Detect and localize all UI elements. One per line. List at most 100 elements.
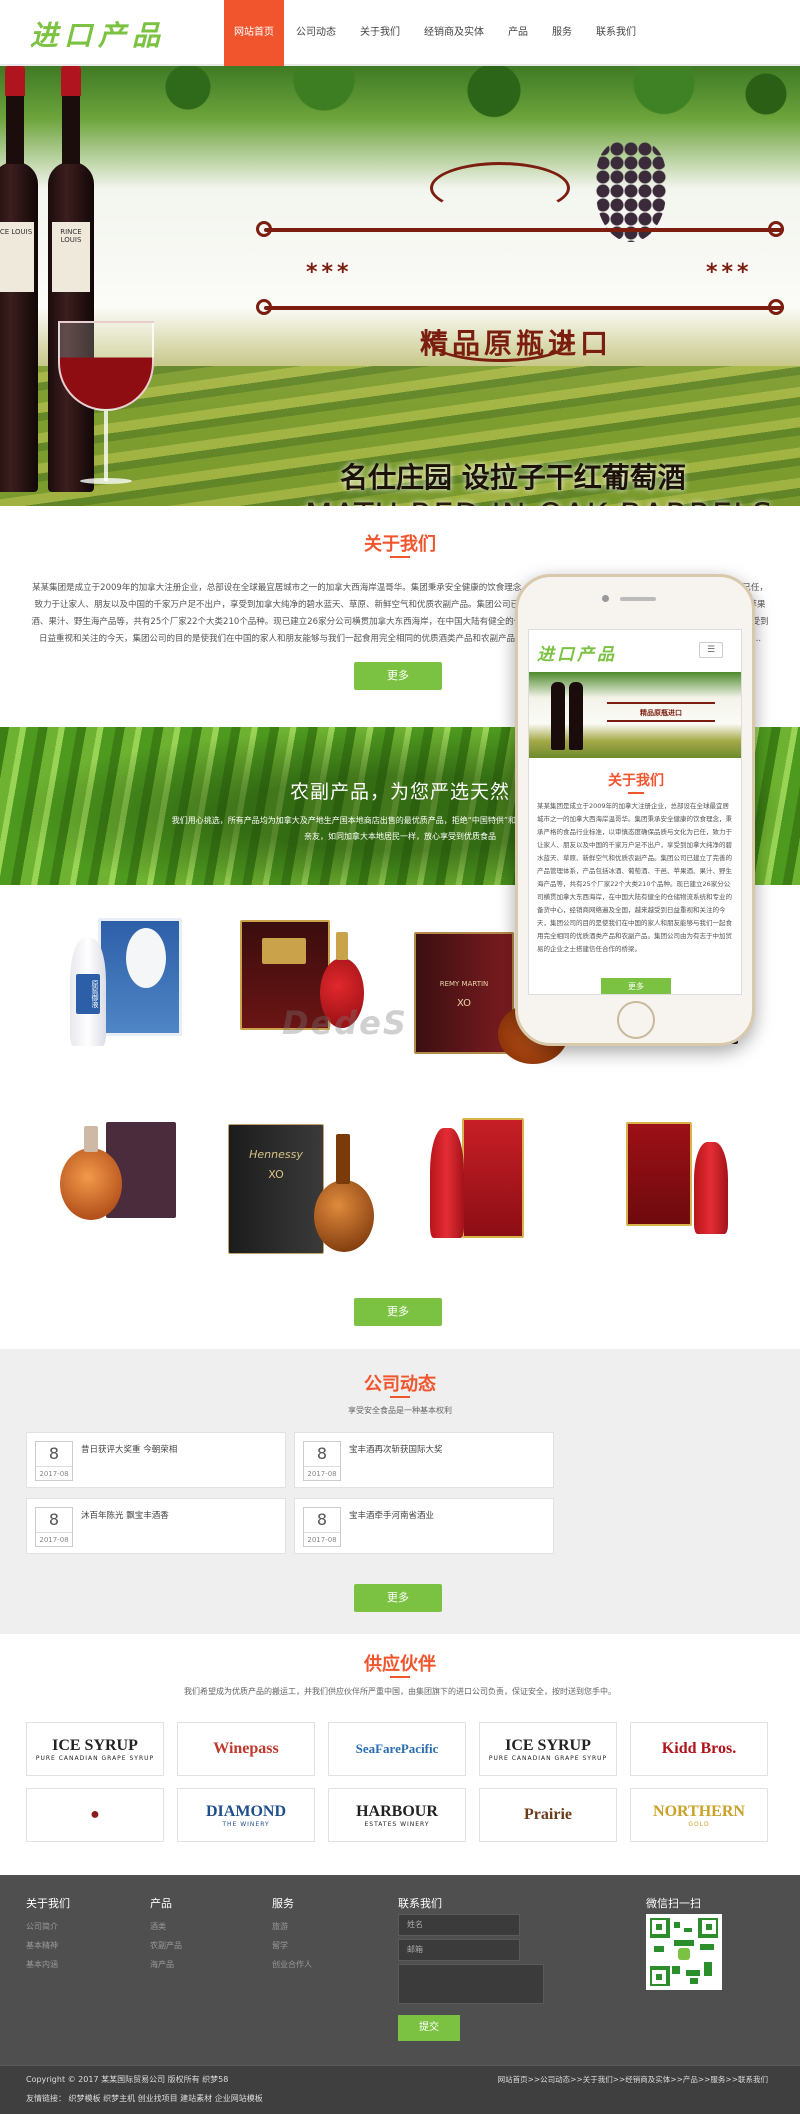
news-title-link[interactable]: 沐百年陈光 飘宝丰酒香: [81, 1509, 169, 1521]
footer-col-products: 产品 酒类 农副产品 海产品: [150, 1895, 182, 1974]
product-3-brand: REMY MARTIN: [439, 980, 489, 988]
footer-link[interactable]: 旅游: [272, 1917, 312, 1936]
mobile-title-underline: [628, 792, 644, 794]
product-card-2[interactable]: [214, 918, 402, 1074]
mobile-logo[interactable]: 进口产品: [537, 640, 617, 665]
site-logo[interactable]: 进口产品: [30, 14, 166, 54]
banner-subtitle-en: MATU RED IN OAK BARRELS: [305, 496, 773, 506]
grape-cluster-image: [596, 142, 666, 242]
product-6-sub: XO: [268, 1168, 284, 1181]
partners-title-underline: [390, 1676, 410, 1678]
product-card-1[interactable]: 原窖御液: [26, 918, 214, 1074]
news-item-2[interactable]: 8 2017-08 宝丰酒再次斩获国际大奖: [294, 1432, 554, 1488]
footer-link[interactable]: 留学: [272, 1936, 312, 1955]
partner-logo[interactable]: Kidd Bros.: [630, 1722, 768, 1776]
site-footer: 关于我们 公司简介 基本精神 基本内涵 产品 酒类 农副产品 海产品 服务 旅游…: [0, 1875, 800, 2114]
footer-contact-heading: 联系我们: [398, 1897, 442, 1910]
news-date: 8 2017-08: [303, 1507, 341, 1547]
contact-message-textarea[interactable]: [398, 1964, 544, 2004]
wine-bottle-left: ICE LOUIS: [0, 66, 38, 492]
partner-logo[interactable]: Prairie: [479, 1788, 617, 1842]
nav-home[interactable]: 网站首页: [224, 0, 284, 66]
news-title-link[interactable]: 宝丰酒牵手河南省酒业: [349, 1509, 434, 1521]
about-title: 关于我们: [364, 534, 436, 555]
news-title: 公司动态: [364, 1374, 436, 1395]
news-item-3[interactable]: 8 2017-08 沐百年陈光 飘宝丰酒香: [26, 1498, 286, 1554]
ornament-swirl-bottom: [430, 322, 570, 362]
phone-mockup: 进口产品 ☰ 精品原瓶进口 关于我们 某某集团是成立于2009年的加拿大注册企业…: [515, 574, 755, 1046]
partner-logo-line1: ICE SYRUP: [505, 1736, 591, 1754]
product-6-brand: Hennessy: [249, 1148, 303, 1161]
partner-logo[interactable]: SeaFarePacific: [328, 1722, 466, 1776]
news-day: 8: [36, 1508, 72, 1533]
nav-news[interactable]: 公司动态: [284, 0, 348, 66]
hero-banner[interactable]: ICE LOUIS RINCE LOUIS *** *** 精品原瓶进口 名仕庄…: [0, 66, 800, 506]
about-more-button[interactable]: 更多: [354, 662, 442, 690]
footer-heading: 关于我们: [26, 1897, 70, 1910]
partner-logo-text: Winepass: [213, 1740, 279, 1758]
partner-logo-text: HARBOUR ESTATES WINERY: [356, 1803, 438, 1828]
product-card-5[interactable]: [26, 1108, 214, 1264]
watermark-text: DedeS: [282, 1004, 408, 1042]
nav-products[interactable]: 产品: [496, 0, 540, 66]
partner-logo[interactable]: NORTHERN GOLD: [630, 1788, 768, 1842]
products-more-button[interactable]: 更多: [354, 1298, 442, 1326]
partner-logo[interactable]: ICE SYRUP PURE CANADIAN GRAPE SYRUP: [479, 1722, 617, 1776]
partner-logo-text: Prairie: [524, 1806, 572, 1824]
mobile-about-title: 关于我们: [608, 773, 664, 789]
nav-about[interactable]: 关于我们: [348, 0, 412, 66]
partner-logo-line1: ICE SYRUP: [52, 1736, 138, 1754]
news-item-1[interactable]: 8 2017-08 昔日获评大奖重 今朝荣相: [26, 1432, 286, 1488]
partner-logo-line2: GOLD: [688, 1820, 710, 1828]
partners-subtitle: 我们希望成为优质产品的搬运工，并我们供应伙伴所严重中国，由集团旗下的进口公司负责…: [184, 1687, 616, 1696]
partner-logo[interactable]: Winepass: [177, 1722, 315, 1776]
nav-services[interactable]: 服务: [540, 0, 584, 66]
partner-logo[interactable]: DIAMOND THE WINERY: [177, 1788, 315, 1842]
nav-contact[interactable]: 联系我们: [584, 0, 648, 66]
ornament-dot-right-bottom: [768, 299, 784, 315]
footer-col-about: 关于我们 公司简介 基本精神 基本内涵: [26, 1895, 70, 1974]
footer-breadcrumb[interactable]: 网站首页>>公司动态>>关于我们>>经销商及实体>>产品>>服务>>联系我们: [498, 2074, 768, 2085]
contact-submit-button[interactable]: 提交: [398, 2015, 460, 2041]
product-card-7[interactable]: [402, 1108, 590, 1264]
partner-logo-line2: ESTATES WINERY: [364, 1820, 430, 1828]
news-day: 8: [36, 1442, 72, 1467]
news-title-underline: [390, 1396, 410, 1398]
product-card-6[interactable]: Hennessy XO: [214, 1108, 402, 1264]
bottle-label-left: ICE LOUIS: [0, 222, 34, 292]
contact-name-input[interactable]: 姓名: [398, 1914, 520, 1936]
footer-link[interactable]: 公司简介: [26, 1917, 70, 1936]
mobile-about-text: 某某集团是成立于2009年的加拿大注册企业，总部设在全球最宜居城市之一的加拿大西…: [537, 802, 732, 953]
nav-dealers[interactable]: 经销商及实体: [412, 0, 496, 66]
footer-link[interactable]: 海产品: [150, 1955, 182, 1974]
mobile-banner[interactable]: 精品原瓶进口: [529, 672, 741, 758]
partner-logo[interactable]: HARBOUR ESTATES WINERY: [328, 1788, 466, 1842]
footer-link[interactable]: 基本内涵: [26, 1955, 70, 1974]
vine-foliage: [120, 66, 800, 136]
partner-logo-line1: Kidd Bros.: [661, 1740, 737, 1757]
partner-logo-line1: HARBOUR: [356, 1802, 438, 1820]
news-title-link[interactable]: 昔日获评大奖重 今朝荣相: [81, 1443, 177, 1455]
contact-email-input[interactable]: 邮箱: [398, 1939, 520, 1961]
footer-link[interactable]: 创业合作人: [272, 1955, 312, 1974]
product-card-8[interactable]: [590, 1108, 778, 1264]
footer-link[interactable]: 基本精神: [26, 1936, 70, 1955]
partner-logo-text: ICE SYRUP PURE CANADIAN GRAPE SYRUP: [489, 1737, 607, 1762]
phone-screen: 进口产品 ☰ 精品原瓶进口 关于我们 某某集团是成立于2009年的加拿大注册企业…: [528, 629, 742, 995]
mobile-more-button[interactable]: 更多: [601, 978, 671, 994]
news-title-link[interactable]: 宝丰酒再次斩获国际大奖: [349, 1443, 443, 1455]
footer-link[interactable]: 酒类: [150, 1917, 182, 1936]
news-more-button[interactable]: 更多: [354, 1584, 442, 1612]
partner-logo-line2: PURE CANADIAN GRAPE SYRUP: [488, 1754, 608, 1762]
partner-logo[interactable]: ICE SYRUP PURE CANADIAN GRAPE SYRUP: [26, 1722, 164, 1776]
news-item-4[interactable]: 8 2017-08 宝丰酒牵手河南省酒业: [294, 1498, 554, 1554]
partner-logo-line1: Prairie: [524, 1806, 572, 1823]
partner-logo-line1: DIAMOND: [206, 1802, 286, 1820]
news-month: 2017-08: [307, 1536, 337, 1544]
partner-logo-text: Kidd Bros.: [662, 1740, 736, 1758]
friend-links[interactable]: 友情链接： 织梦模板 织梦主机 创业找项目 建站素材 企业网站模板: [26, 2093, 263, 2104]
banner-subtitle: 名仕庄园 设拉子干红葡萄酒: [340, 461, 686, 494]
mobile-menu-icon[interactable]: ☰: [699, 642, 723, 658]
footer-link[interactable]: 农副产品: [150, 1936, 182, 1955]
partner-logo[interactable]: ●: [26, 1788, 164, 1842]
